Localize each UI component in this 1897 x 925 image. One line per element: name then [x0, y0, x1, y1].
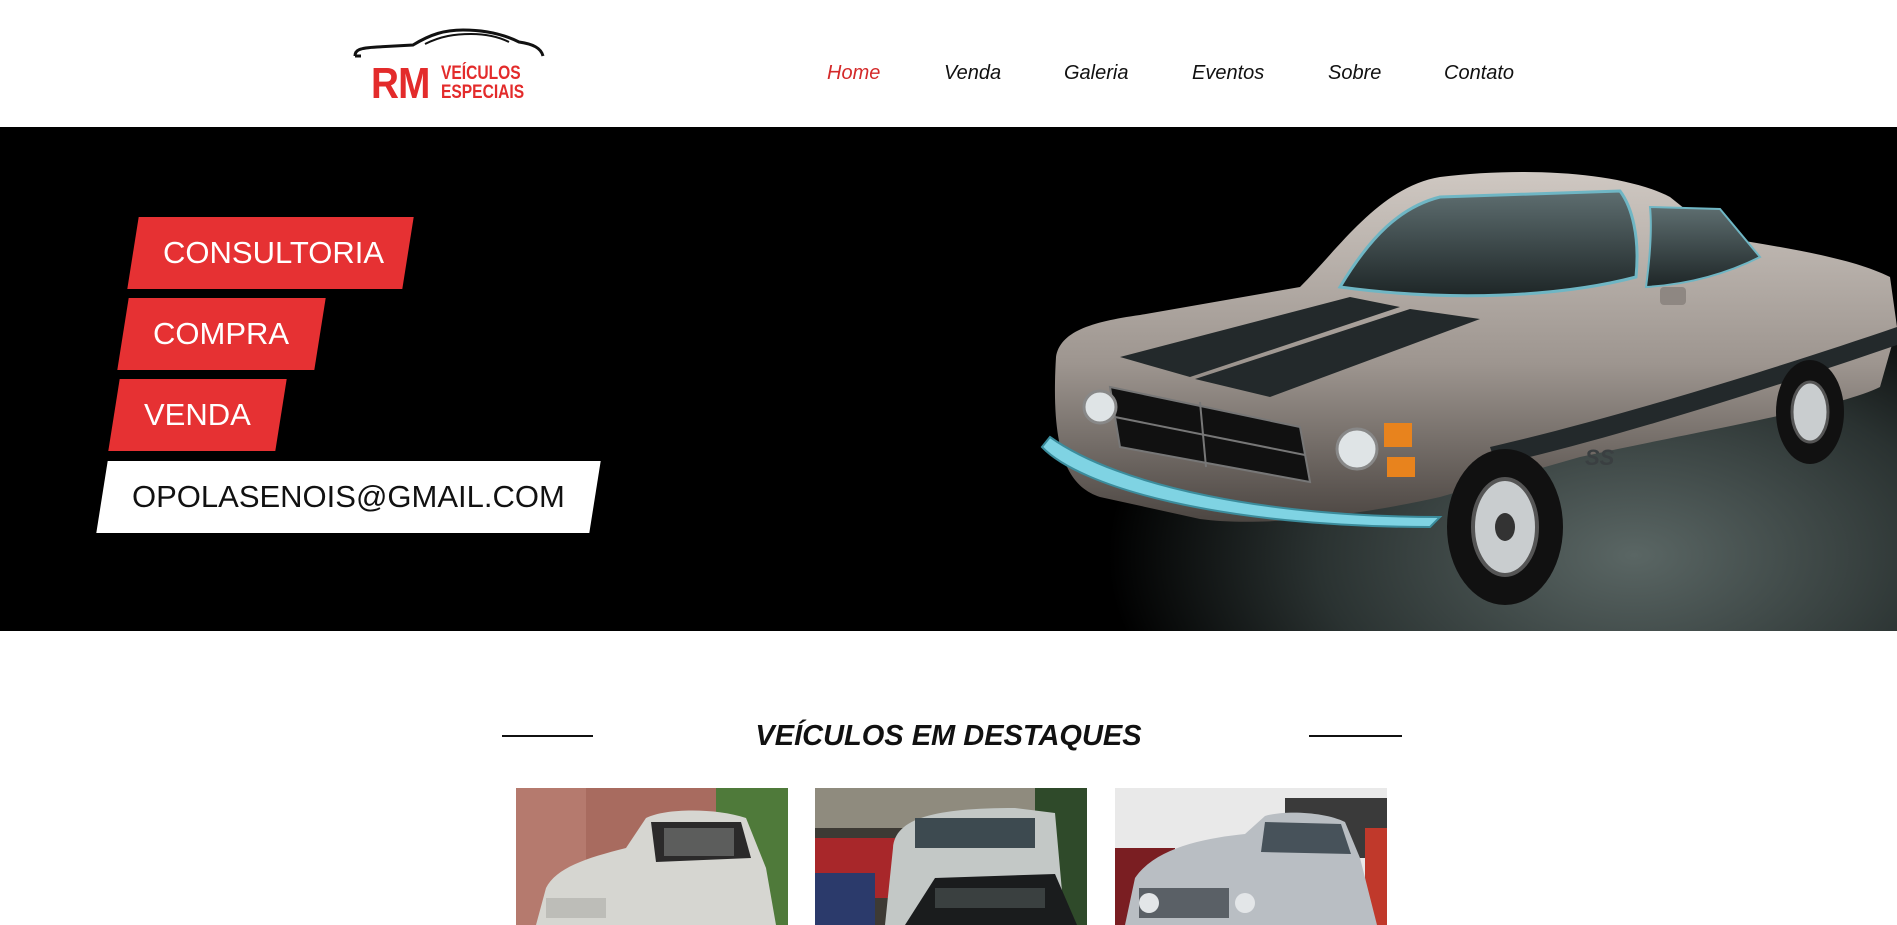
tag-venda: VENDA — [108, 379, 287, 451]
nav-item-contato[interactable]: Contato — [1444, 60, 1514, 86]
email-text: OPOLASENOIS@GMAIL.COM — [132, 479, 565, 514]
vehicle-photo — [1115, 788, 1387, 925]
title-rule-right — [1309, 735, 1402, 737]
tag-compra-label: COMPRA — [153, 316, 290, 351]
featured-title: VEÍCULOS EM DESTAQUES — [755, 720, 1142, 752]
featured-vehicle-card-1[interactable] — [516, 788, 788, 925]
email-banner[interactable]: OPOLASENOIS@GMAIL.COM — [96, 461, 601, 533]
tag-consultoria: CONSULTORIA — [127, 217, 414, 289]
hero-car-image: SS — [1020, 127, 1897, 631]
main-nav: Home Venda Galeria Eventos Sobre Contato — [0, 60, 1897, 86]
nav-item-galeria[interactable]: Galeria — [1064, 60, 1128, 86]
nav-item-sobre[interactable]: Sobre — [1328, 60, 1381, 86]
nav-item-eventos[interactable]: Eventos — [1192, 60, 1264, 86]
nav-item-venda[interactable]: Venda — [944, 60, 1001, 86]
tag-venda-label: VENDA — [144, 397, 251, 432]
vehicle-photo — [815, 788, 1087, 925]
tag-consultoria-label: CONSULTORIA — [163, 235, 385, 270]
ss-badge: SS — [1585, 445, 1615, 470]
featured-vehicle-card-2[interactable] — [815, 788, 1087, 925]
site-header: RM VEÍCULOS ESPECIAIS Home Venda Galeria… — [0, 0, 1897, 127]
vehicle-photo — [516, 788, 788, 925]
hero-banner: CONSULTORIA COMPRA VENDA OPOLASENOIS@GMA… — [0, 127, 1897, 631]
featured-vehicle-card-3[interactable] — [1115, 788, 1387, 925]
nav-item-home[interactable]: Home — [827, 60, 880, 86]
tag-compra: COMPRA — [117, 298, 326, 370]
